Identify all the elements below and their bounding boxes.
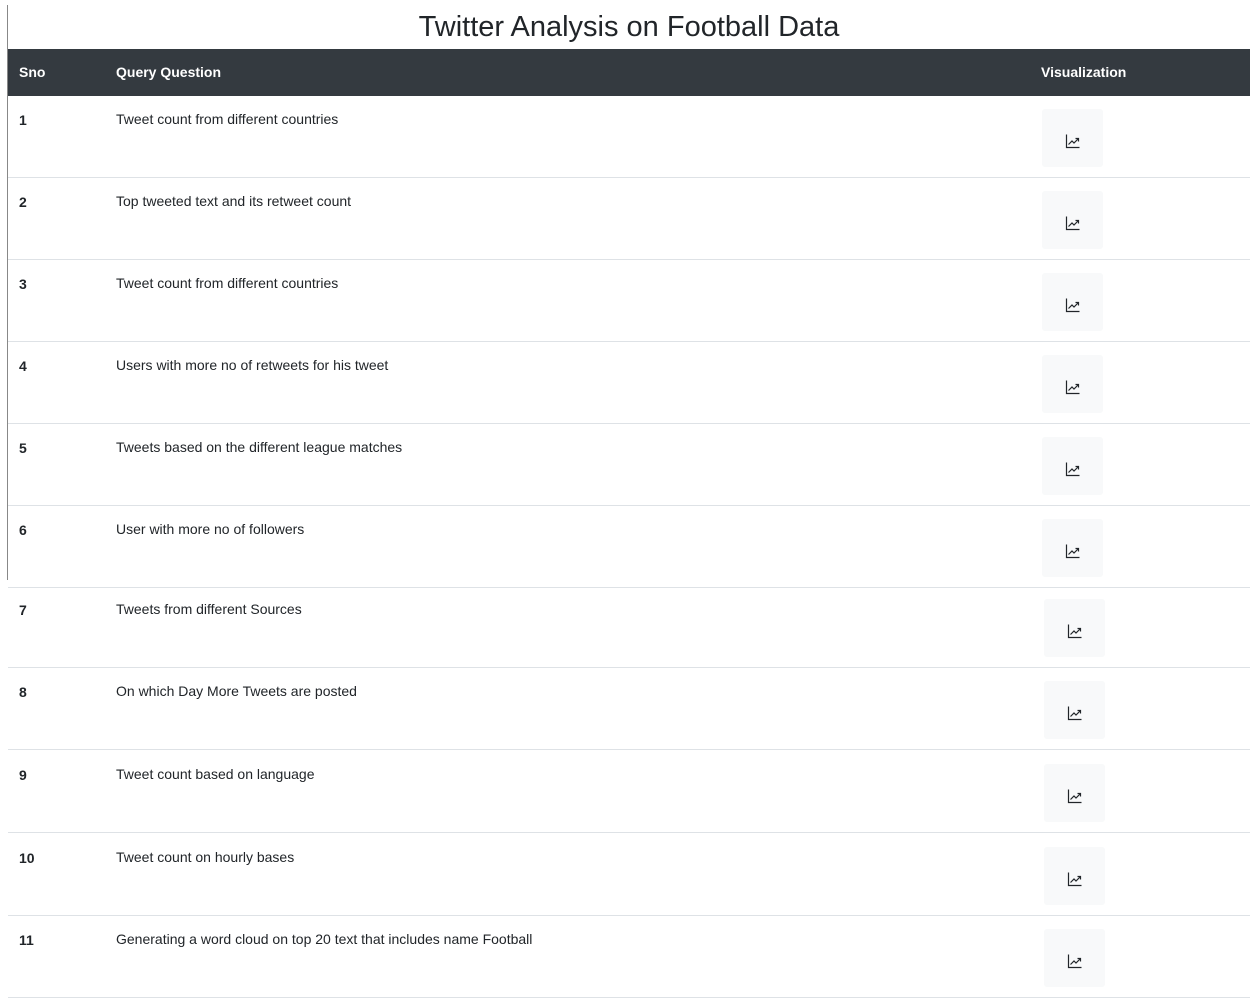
row-query-question: Tweet count from different countries [116, 275, 339, 291]
row-query-question: On which Day More Tweets are posted [116, 683, 357, 699]
visualization-button[interactable] [1044, 681, 1105, 739]
row-query-question: Tweets based on the different league mat… [116, 439, 403, 455]
visualization-button[interactable] [1042, 519, 1103, 577]
visualization-button[interactable] [1042, 191, 1103, 249]
row-sno: 7 [19, 602, 27, 618]
visualization-button[interactable] [1042, 355, 1103, 413]
chart-line-icon [1067, 789, 1081, 804]
row-sno: 2 [19, 194, 27, 210]
visualization-button[interactable] [1044, 764, 1105, 822]
chart-line-icon [1067, 954, 1081, 969]
table-row: 7 Tweets from different Sources [8, 586, 1250, 668]
table-row: 8 On which Day More Tweets are posted [8, 668, 1250, 750]
table-row: 5 Tweets based on the different league ma… [8, 424, 1250, 506]
header-sno: Sno [19, 64, 46, 80]
header-query-question: Query Question [116, 64, 222, 80]
visualization-button[interactable] [1042, 109, 1103, 167]
row-sno: 6 [19, 522, 27, 538]
chart-line-icon [1065, 380, 1079, 395]
row-sno: 11 [19, 932, 34, 948]
row-sno: 5 [19, 440, 27, 456]
chart-line-icon [1065, 544, 1079, 559]
chart-line-icon [1067, 872, 1081, 887]
row-query-question: Tweet count from different countries [116, 111, 339, 127]
row-query-question: Users with more no of retweets for his t… [116, 357, 389, 373]
table-row: 1 Tweet count from different countries [8, 96, 1250, 178]
table-row: 11 Generating a word cloud on top 20 text… [8, 916, 1250, 998]
row-sno: 8 [19, 684, 27, 700]
table-row: 9 Tweet count based on language [8, 751, 1250, 833]
header-visualization: Visualization [1041, 64, 1127, 80]
visualization-button[interactable] [1044, 847, 1105, 905]
page-title: Twitter Analysis on Football Data [418, 11, 840, 43]
table-row: 3 Tweet count from different countries [8, 260, 1250, 342]
row-query-question: Generating a word cloud on top 20 text t… [116, 931, 533, 947]
chart-line-icon [1067, 706, 1081, 721]
row-sno: 9 [19, 767, 27, 783]
row-query-question: Top tweeted text and its retweet count [116, 193, 352, 209]
visualization-button[interactable] [1044, 929, 1105, 987]
table-row: 4 Users with more no of retweets for his … [8, 342, 1250, 424]
row-query-question: Tweets from different Sources [116, 601, 302, 617]
visualization-button[interactable] [1042, 273, 1103, 331]
chart-line-icon [1065, 462, 1079, 477]
table-row: 10 Tweet count on hourly bases [8, 834, 1250, 916]
chart-line-icon [1067, 624, 1081, 639]
visualization-button[interactable] [1042, 437, 1103, 495]
row-query-question: Tweet count on hourly bases [116, 849, 295, 865]
row-sno: 3 [19, 276, 27, 292]
row-sno: 4 [19, 358, 27, 374]
chart-line-icon [1065, 216, 1079, 231]
row-sno: 1 [19, 112, 27, 128]
row-query-question: User with more no of followers [116, 521, 305, 537]
chart-line-icon [1065, 134, 1079, 149]
chart-line-icon [1065, 298, 1079, 313]
table-header: Sno Query Question Visualization [8, 49, 1250, 96]
visualization-button[interactable] [1044, 599, 1105, 657]
table-row: 2 Top tweeted text and its retweet count [8, 178, 1250, 260]
row-sno: 10 [19, 850, 35, 866]
table-row: 6 User with more no of followers [8, 506, 1250, 588]
row-query-question: Tweet count based on language [116, 766, 315, 782]
